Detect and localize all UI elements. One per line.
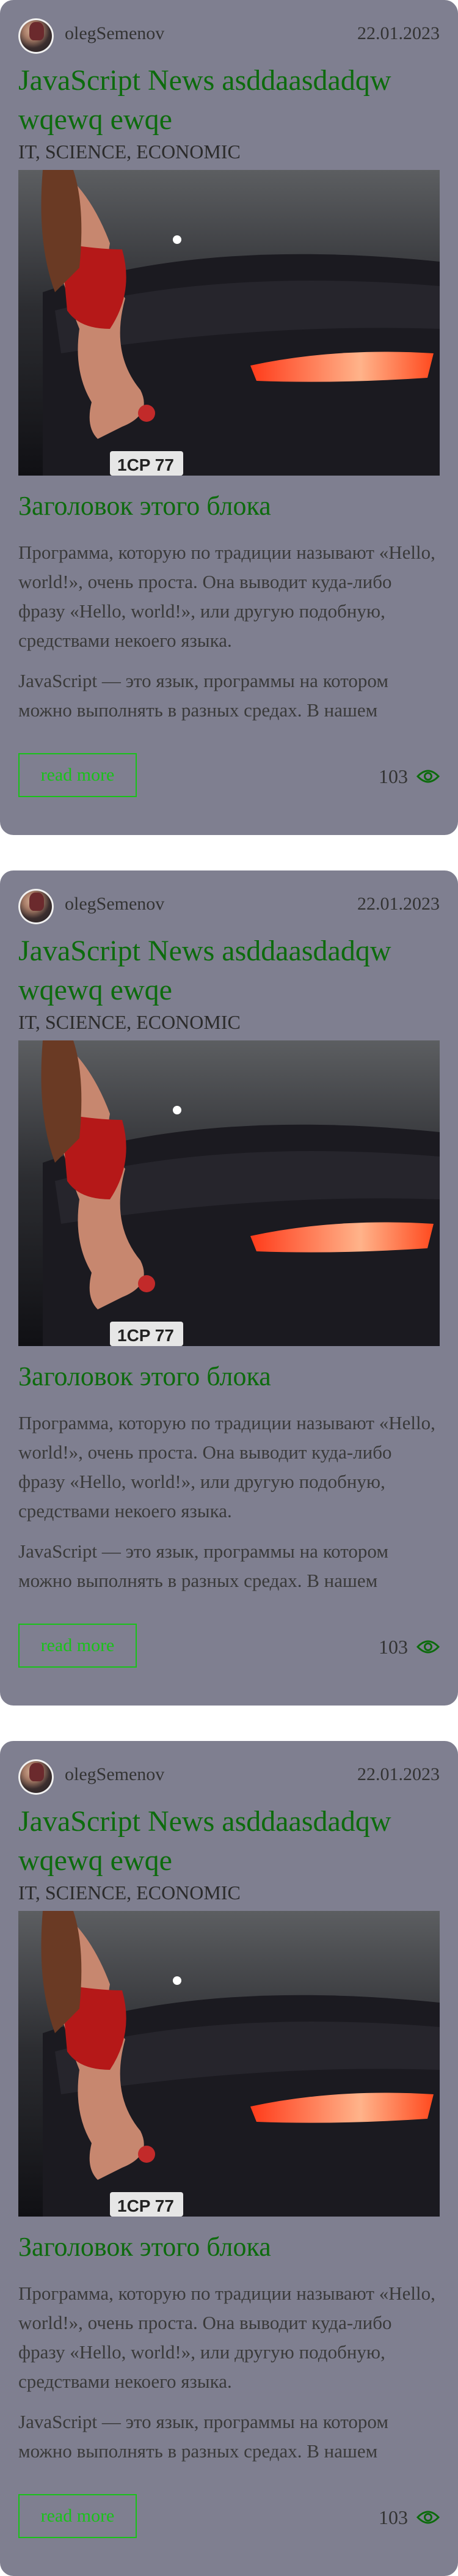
eye-icon [416,2511,440,2524]
post-tags: IT, SCIENCE, ECONOMIC [18,141,241,163]
car-photo: 1CP 77 [18,1911,440,2217]
post-date: 22.01.2023 [357,23,440,43]
section-heading: Заголовок этого блока [18,491,271,521]
excerpt-paragraph: JavaScript — это язык, программы на кото… [18,2411,388,2462]
post-excerpt: Программа, которую по традиции называют … [18,2279,440,2477]
view-count: 103 [379,765,408,787]
plate-text: 1CP 77 [117,1326,174,1345]
post-title[interactable]: JavaScript News asddaasdadqw wqewq ewqe [18,1802,440,1880]
excerpt-paragraph: Программа, которую по традиции называют … [18,1412,435,1522]
read-more-button[interactable]: read more [18,1624,137,1668]
section-heading: Заголовок этого блока [18,2232,271,2262]
post-image[interactable]: 1CP 77 [18,170,440,476]
section-heading: Заголовок этого блока [18,1361,271,1391]
read-more-button[interactable]: read more [18,753,137,797]
post-card: olegSemenov 22.01.2023 JavaScript News a… [0,870,458,1706]
avatar[interactable] [18,889,54,924]
post-tags: IT, SCIENCE, ECONOMIC [18,1882,241,1904]
view-counter: 103 [379,764,440,789]
post-excerpt: Программа, которую по традиции называют … [18,1408,440,1606]
post-feed: olegSemenov 22.01.2023 JavaScript News a… [0,0,458,2576]
plate-text: 1CP 77 [117,2196,174,2215]
eye-icon [416,770,440,783]
post-header: olegSemenov 22.01.2023 [18,886,440,926]
post-date: 22.01.2023 [357,1764,440,1784]
post-title[interactable]: JavaScript News asddaasdadqw wqewq ewqe [18,61,440,139]
author-name[interactable]: olegSemenov [65,1764,164,1785]
post-card: olegSemenov 22.01.2023 JavaScript News a… [0,1741,458,2576]
car-photo: 1CP 77 [18,1040,440,1346]
post-header: olegSemenov 22.01.2023 [18,16,440,55]
post-date: 22.01.2023 [357,894,440,914]
eye-icon [416,1640,440,1654]
author-name[interactable]: olegSemenov [65,894,164,914]
avatar[interactable] [18,18,54,54]
view-counter: 103 [379,1635,440,1659]
view-count: 103 [379,2506,408,2528]
author-name[interactable]: olegSemenov [65,23,164,44]
car-photo: 1CP 77 [18,170,440,476]
post-header: olegSemenov 22.01.2023 [18,1757,440,1796]
post-excerpt: Программа, которую по традиции называют … [18,538,440,736]
view-count: 103 [379,1635,408,1658]
excerpt-paragraph: JavaScript — это язык, программы на кото… [18,670,388,721]
post-image[interactable]: 1CP 77 [18,1911,440,2217]
excerpt-paragraph: JavaScript — это язык, программы на кото… [18,1540,388,1591]
post-card: olegSemenov 22.01.2023 JavaScript News a… [0,0,458,835]
avatar[interactable] [18,1759,54,1795]
post-tags: IT, SCIENCE, ECONOMIC [18,1011,241,1033]
post-title[interactable]: JavaScript News asddaasdadqw wqewq ewqe [18,932,440,1010]
excerpt-paragraph: Программа, которую по традиции называют … [18,542,435,651]
plate-text: 1CP 77 [117,455,174,474]
excerpt-paragraph: Программа, которую по традиции называют … [18,2283,435,2392]
view-counter: 103 [379,2505,440,2530]
post-image[interactable]: 1CP 77 [18,1040,440,1346]
read-more-button[interactable]: read more [18,2494,137,2538]
